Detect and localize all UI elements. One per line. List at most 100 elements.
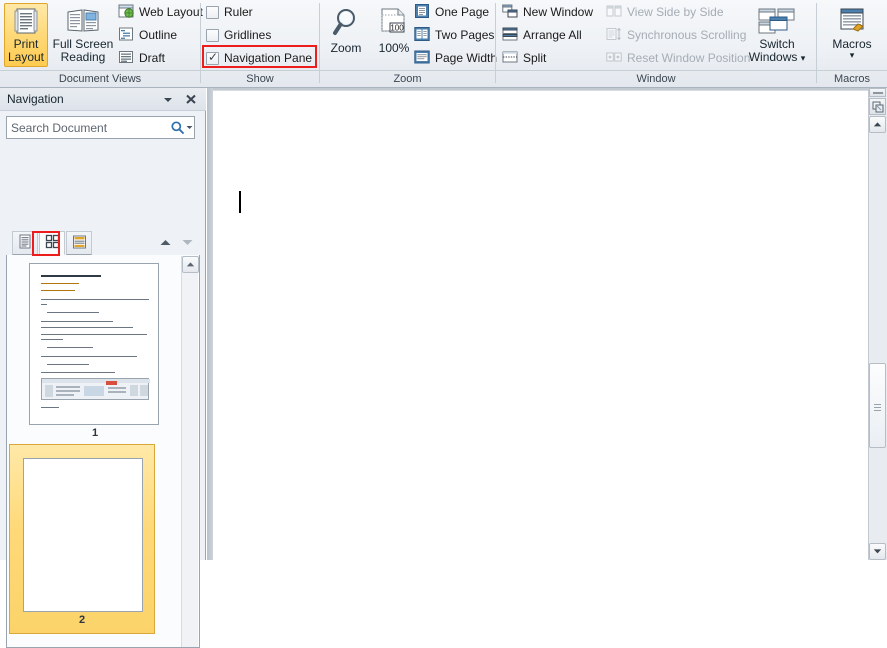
tab-browse-pages[interactable] — [39, 231, 65, 255]
tab-browse-search-results[interactable] — [66, 231, 92, 255]
grip-icon — [874, 402, 881, 413]
ruler-label: Ruler — [224, 5, 253, 19]
arrange-all-label: Arrange All — [523, 28, 582, 42]
gridlines-checkbox[interactable] — [206, 28, 219, 42]
page-thumbnails-icon — [45, 234, 60, 252]
synchronous-scrolling-button[interactable]: Synchronous Scrolling — [606, 25, 746, 45]
headings-list-icon — [18, 234, 32, 252]
web-layout-icon — [118, 3, 134, 22]
draft-icon — [118, 49, 134, 68]
page-100-icon: 100 — [377, 7, 411, 42]
outline-icon — [118, 26, 134, 45]
ruler-checkbox-item[interactable]: Ruler — [206, 2, 253, 22]
macros-icon — [837, 7, 867, 38]
search-icon[interactable] — [170, 120, 185, 135]
print-layout-icon — [12, 7, 40, 38]
navigation-pane-label: Navigation Pane — [224, 51, 313, 65]
navigation-pane-header: Navigation — [0, 88, 206, 111]
draft-button[interactable]: Draft — [118, 48, 165, 68]
outline-button[interactable]: Outline — [118, 25, 177, 45]
arrow-up-icon — [160, 240, 171, 245]
synchronous-scrolling-label: Synchronous Scrolling — [627, 28, 747, 42]
ribbon-view-tab: Print Layout Full Screen Reading Web Lay… — [0, 0, 887, 88]
svg-text:100: 100 — [390, 24, 404, 33]
page-width-button[interactable]: Page Width — [414, 48, 497, 68]
zoom-button[interactable]: Zoom — [324, 3, 368, 67]
group-label-macros: Macros — [833, 73, 871, 85]
split-icon — [502, 49, 518, 68]
gridlines-label: Gridlines — [224, 28, 272, 42]
full-screen-reading-button[interactable]: Full Screen Reading — [51, 3, 115, 67]
close-icon — [186, 94, 196, 104]
page-width-icon — [414, 49, 430, 68]
navigation-pane-checkbox-item[interactable]: Navigation Pane — [206, 48, 312, 68]
page-thumbnail-list[interactable]: 1 2 — [6, 255, 200, 648]
new-window-button[interactable]: New Window — [502, 2, 593, 22]
split-handle[interactable] — [869, 88, 886, 97]
chevron-down-icon: ▾ — [800, 53, 806, 63]
chevron-down-icon: ▾ — [849, 50, 855, 60]
magnifier-icon — [331, 7, 361, 42]
arrow-up-icon — [186, 262, 195, 267]
new-window-icon — [502, 3, 518, 22]
reset-window-position-label: Reset Window Position — [627, 51, 751, 65]
zoom-button-label: Zoom — [330, 41, 362, 55]
previous-page-button[interactable] — [157, 234, 174, 251]
document-area — [207, 88, 887, 560]
navigation-pane-checkbox[interactable] — [206, 50, 219, 65]
navigation-pane-close-button[interactable] — [183, 92, 199, 107]
text-cursor — [239, 191, 241, 213]
search-options-dropdown[interactable] — [185, 123, 194, 132]
web-layout-button[interactable]: Web Layout — [118, 2, 203, 22]
document-page[interactable] — [213, 90, 868, 560]
ribbon-group-macros: Macros ▾ Macros — [817, 0, 887, 87]
group-label-window: Window — [636, 73, 676, 85]
page-thumbnail-2[interactable]: 2 — [9, 444, 155, 634]
page-width-label: Page Width — [435, 51, 498, 65]
switch-windows-label-line2: Windows ▾ — [748, 50, 806, 64]
print-layout-button[interactable]: Print Layout — [4, 3, 48, 67]
arrange-all-icon — [502, 26, 518, 45]
chevron-down-icon — [164, 98, 172, 102]
switch-windows-button[interactable]: Switch Windows ▾ — [746, 3, 808, 67]
zoom-100-button[interactable]: 100 100% — [372, 3, 416, 67]
tab-browse-headings[interactable] — [12, 231, 38, 255]
document-vertical-scrollbar[interactable] — [868, 88, 887, 560]
document-scroll-up-button[interactable] — [869, 116, 886, 133]
search-input[interactable] — [7, 120, 170, 135]
ribbon-group-show: Ruler Gridlines Navigation Pane Show — [201, 0, 319, 87]
navigation-pane-scrollbar[interactable] — [181, 256, 199, 647]
reset-window-position-button[interactable]: Reset Window Position — [606, 48, 750, 68]
page-thumbnail-1-number: 1 — [91, 427, 99, 439]
navigation-pane-menu-button[interactable] — [160, 92, 176, 107]
one-page-button[interactable]: One Page — [414, 2, 489, 22]
full-screen-reading-label-line2: Reading — [60, 50, 106, 64]
gridlines-checkbox-item[interactable]: Gridlines — [206, 25, 271, 45]
split-button[interactable]: Split — [502, 48, 546, 68]
full-screen-reading-icon — [66, 7, 100, 38]
next-page-button[interactable] — [179, 234, 196, 251]
navigation-pane-title: Navigation — [7, 92, 64, 106]
page-thumbnail-2-preview — [23, 458, 143, 612]
two-pages-button[interactable]: Two Pages — [414, 25, 494, 45]
group-label-document-views: Document Views — [58, 73, 142, 85]
arrow-up-icon — [873, 122, 882, 127]
chevron-down-icon — [186, 126, 193, 129]
page-thumbnail-1[interactable]: 1 — [29, 263, 161, 439]
view-side-by-side-label: View Side by Side — [627, 5, 724, 19]
ribbon-group-document-views: Print Layout Full Screen Reading Web Lay… — [0, 0, 203, 87]
navigation-tabs — [6, 231, 200, 255]
document-scrollbar-thumb[interactable] — [869, 363, 886, 448]
new-window-label: New Window — [523, 5, 594, 19]
ruler-checkbox[interactable] — [206, 5, 219, 19]
select-browse-object-icon[interactable] — [869, 98, 886, 115]
view-side-by-side-button[interactable]: View Side by Side — [606, 2, 724, 22]
navigation-scroll-up-button[interactable] — [182, 256, 199, 273]
one-page-icon — [414, 3, 430, 22]
search-document-box[interactable] — [6, 116, 195, 139]
draft-label: Draft — [139, 51, 166, 65]
arrange-all-button[interactable]: Arrange All — [502, 25, 582, 45]
document-scroll-down-button[interactable] — [869, 543, 886, 560]
arrow-down-icon — [182, 240, 193, 245]
macros-button[interactable]: Macros ▾ — [825, 3, 879, 67]
